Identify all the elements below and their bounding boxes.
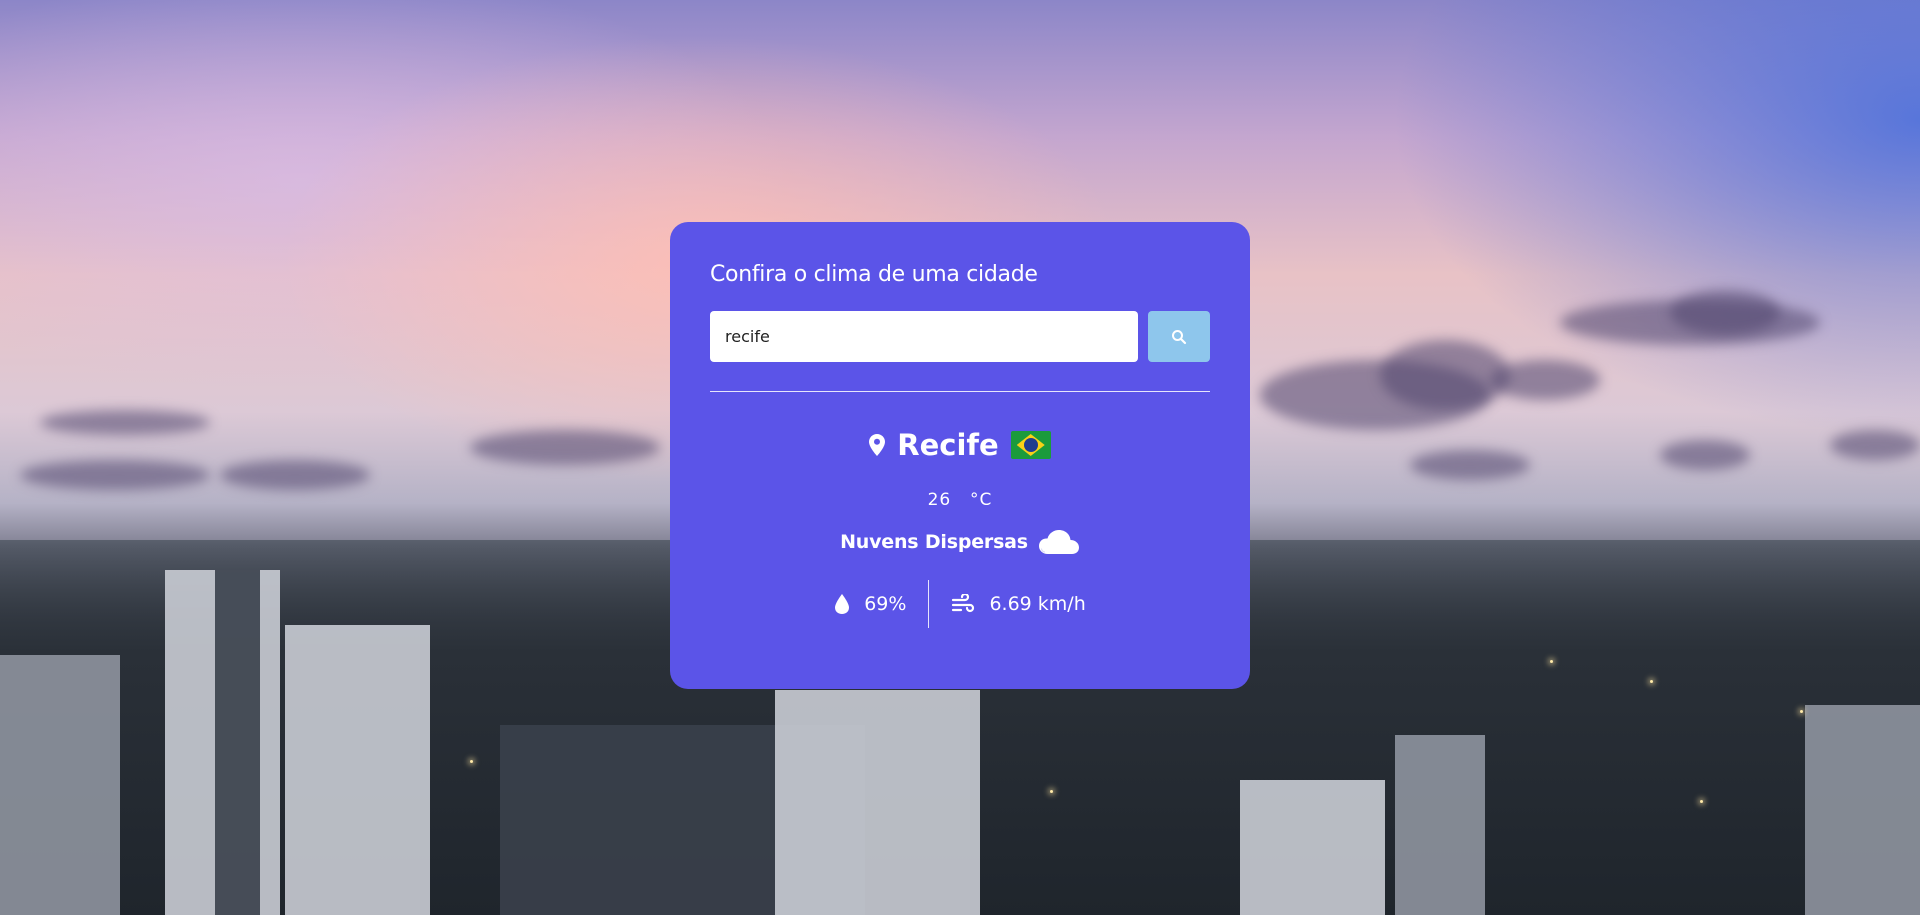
building: [0, 655, 120, 915]
cloud-shape: [1410, 450, 1530, 480]
temperature-unit: °C: [970, 490, 993, 510]
cloud-icon: [1038, 530, 1079, 554]
city-light: [1650, 680, 1653, 683]
temperature-row: 26 °C: [710, 490, 1210, 510]
cloud-shape: [1490, 360, 1600, 400]
weather-description: Nuvens Dispersas: [840, 531, 1028, 553]
temperature-value: 26: [927, 490, 952, 510]
cloud-shape: [220, 460, 370, 490]
cloud-shape: [470, 430, 660, 465]
cloud-shape: [20, 460, 210, 490]
details-row: 69% 6.69 km/h: [710, 580, 1210, 628]
card-title: Confira o clima de uma cidade: [710, 262, 1038, 287]
weather-card: Confira o clima de uma cidade Recife 26 …: [670, 222, 1250, 689]
cloud-shape: [1660, 440, 1750, 470]
city-light: [1050, 790, 1053, 793]
wind-icon: [952, 594, 975, 613]
wind-value: 6.69 km/h: [989, 593, 1086, 615]
building: [215, 570, 260, 915]
humidity-detail: 69%: [812, 593, 928, 615]
city-light: [470, 760, 473, 763]
description-row: Nuvens Dispersas: [710, 528, 1210, 556]
search-icon: [1172, 329, 1187, 344]
search-form: [710, 311, 1210, 362]
city-row: Recife: [710, 428, 1210, 462]
droplet-icon: [835, 594, 850, 614]
cloud-shape: [1830, 430, 1920, 460]
city-light: [1700, 800, 1703, 803]
divider: [710, 391, 1210, 392]
brazil-flag-icon: [1010, 431, 1051, 459]
wind-detail: 6.69 km/h: [929, 593, 1107, 615]
building: [1805, 705, 1920, 915]
map-pin-icon: [869, 434, 886, 456]
city-light: [1800, 710, 1803, 713]
building: [285, 625, 430, 915]
city-name: Recife: [897, 428, 999, 462]
building: [1395, 735, 1485, 915]
search-button[interactable]: [1148, 311, 1210, 362]
humidity-value: 69%: [864, 593, 907, 615]
city-search-input[interactable]: [710, 311, 1138, 362]
cloud-shape: [40, 410, 210, 435]
building: [775, 690, 980, 915]
building: [1240, 780, 1385, 915]
city-light: [1550, 660, 1553, 663]
cloud-shape: [1670, 290, 1780, 335]
